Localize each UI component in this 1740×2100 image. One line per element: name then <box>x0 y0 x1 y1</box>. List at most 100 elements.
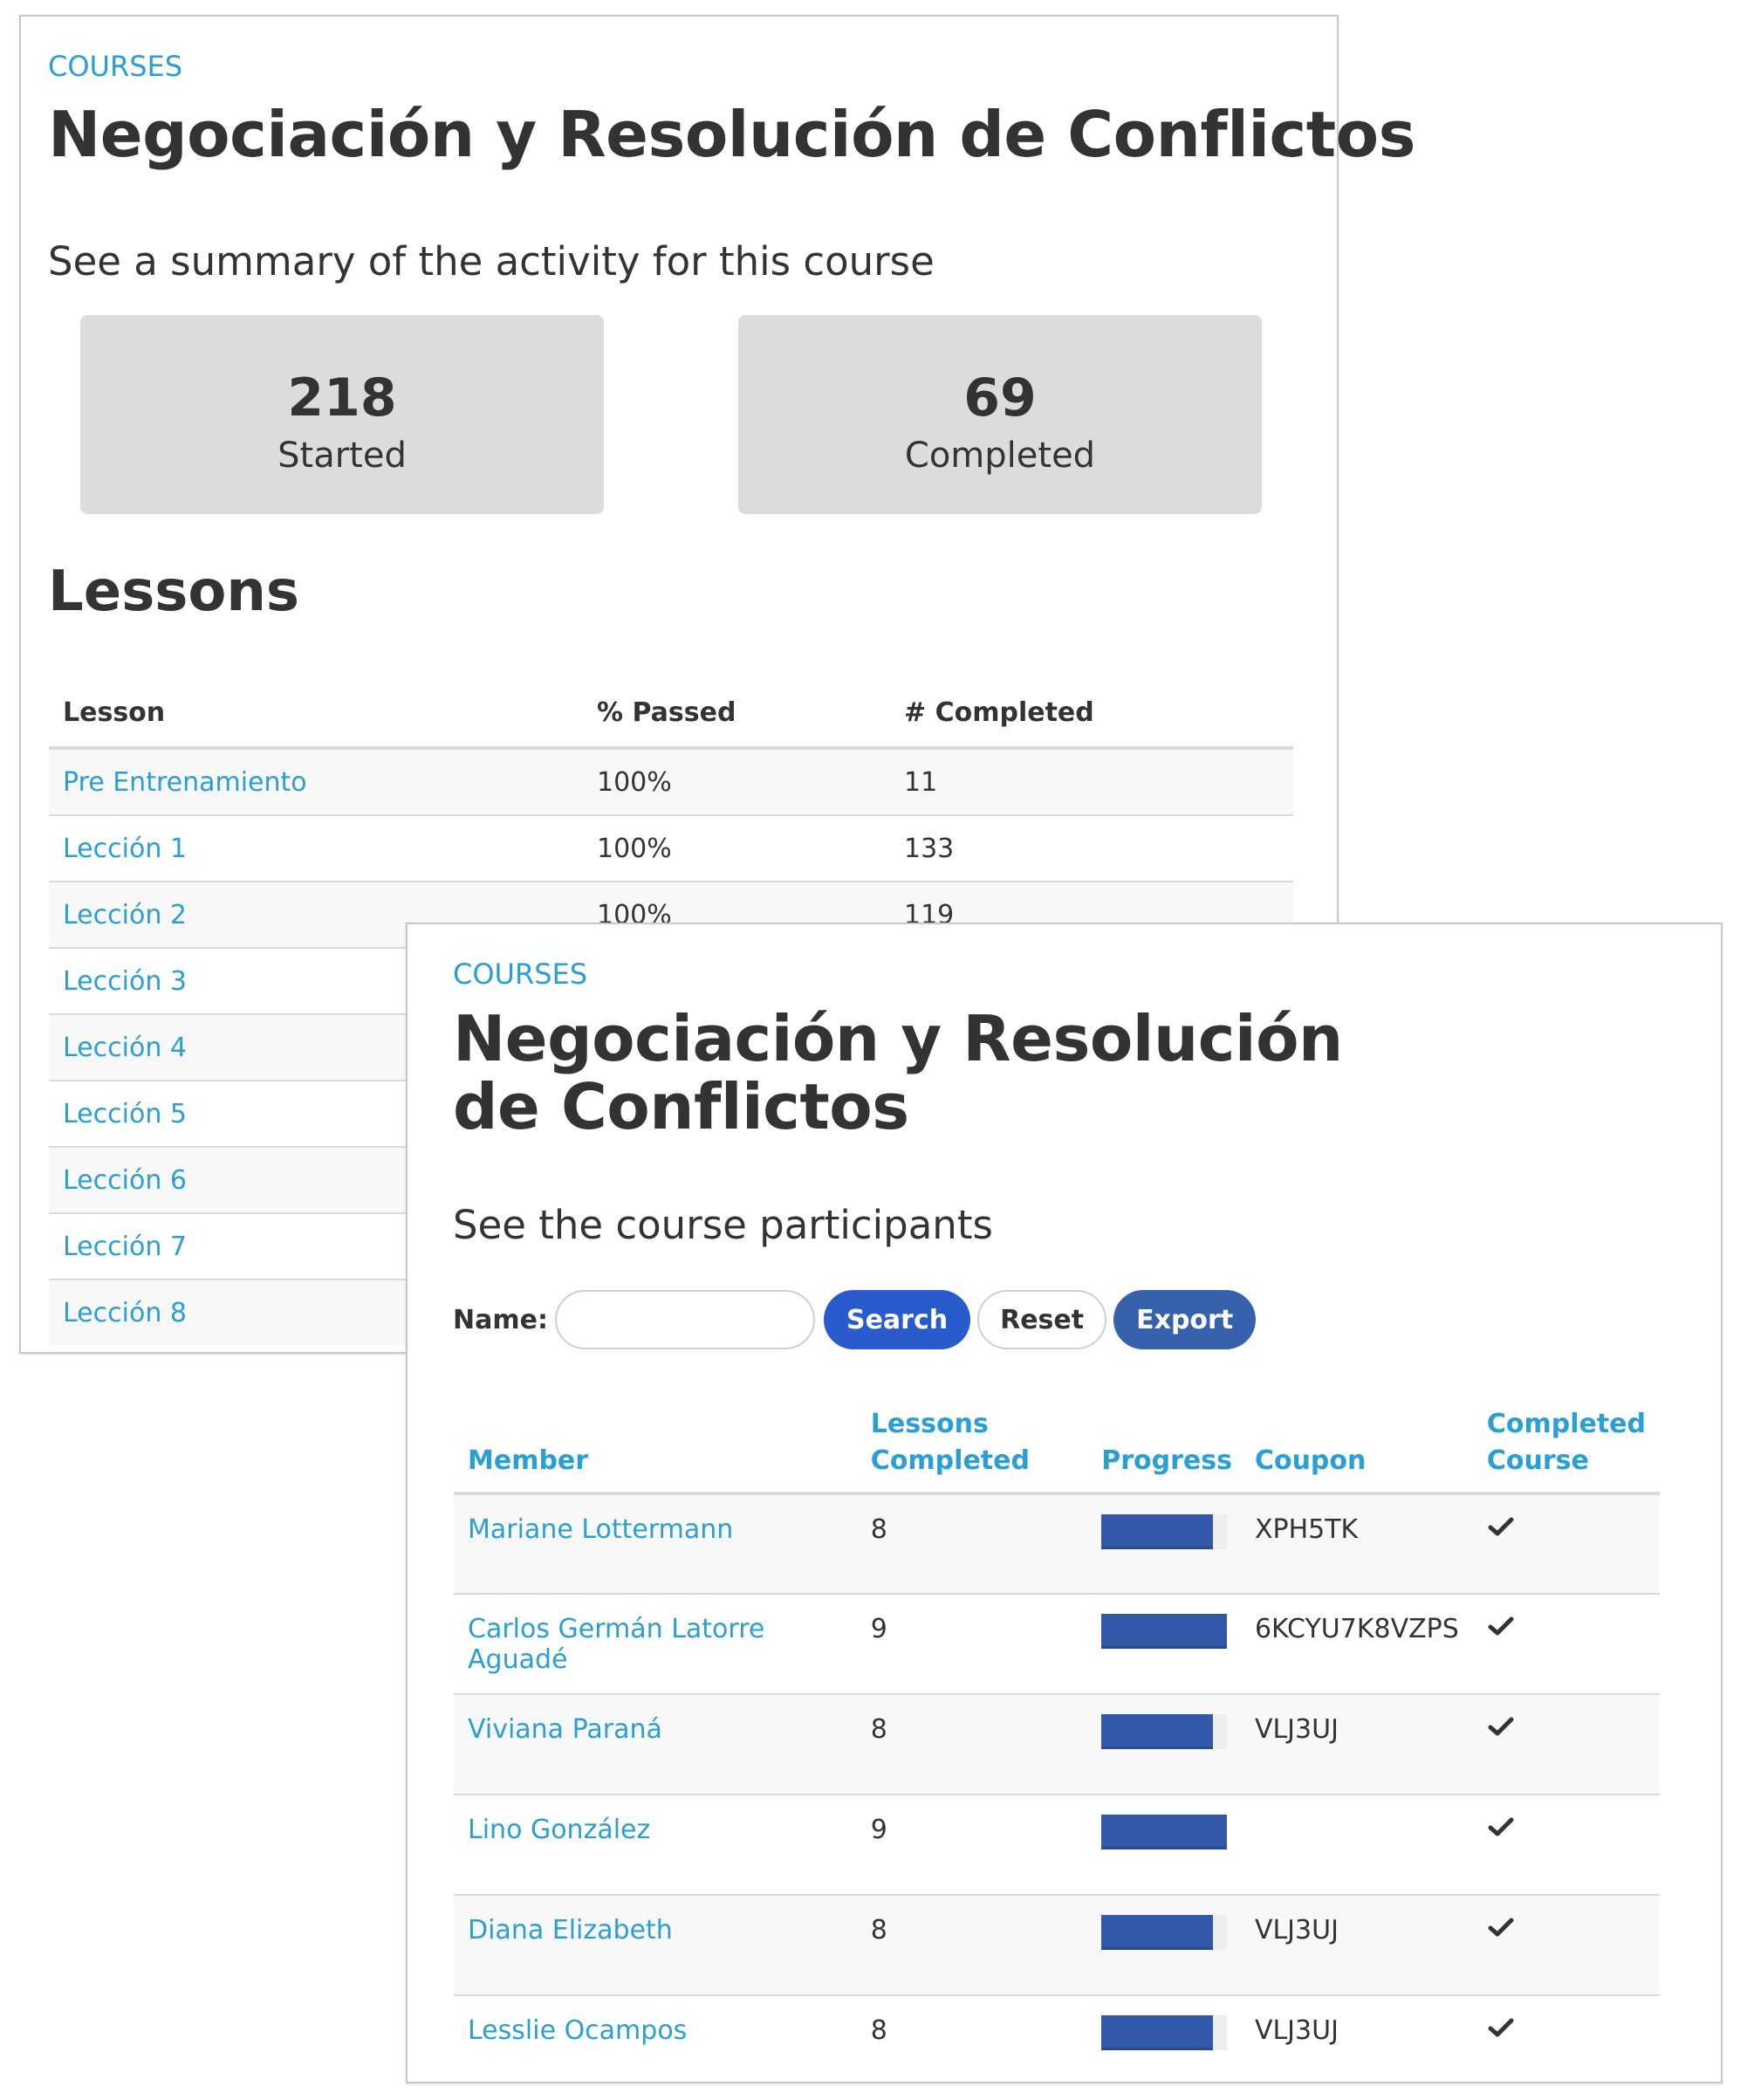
progress-cell <box>1101 1693 1241 1795</box>
page-subtitle: See a summary of the activity for this c… <box>48 238 935 285</box>
checkmark-icon <box>1488 2018 1514 2037</box>
column-header-progress-label: Progress <box>1101 1445 1232 1476</box>
member-cell: Mariane Lottermann <box>454 1493 860 1594</box>
column-header-lesson: Lesson <box>49 678 583 750</box>
column-header-passed: % Passed <box>583 678 890 750</box>
column-header-member[interactable]: Member <box>454 1406 860 1495</box>
completed-course-cell <box>1472 1693 1660 1795</box>
column-header-progress[interactable]: Progress <box>1101 1406 1241 1495</box>
progress-cell <box>1101 1894 1241 1995</box>
progress-bar <box>1101 1614 1228 1649</box>
participant-row: Carlos Germán Latorre Aguadé 9 6KCYU7K8VZP… <box>454 1593 1660 1694</box>
column-header-coupon[interactable]: Coupon <box>1240 1406 1473 1495</box>
lesson-completed-cell: 11 <box>904 766 938 798</box>
checkmark-icon <box>1488 1817 1514 1836</box>
progress-bar-fill <box>1101 1815 1228 1850</box>
lessons-table-header: Lesson % Passed # Completed <box>49 678 1293 750</box>
progress-bar-fill <box>1101 1714 1214 1749</box>
lesson-name-cell: Lección 1 <box>49 814 583 882</box>
progress-bar <box>1101 1714 1228 1749</box>
lesson-link[interactable]: Lección 8 <box>63 1298 187 1328</box>
name-search-input[interactable] <box>554 1290 815 1349</box>
coupon-cell: 6KCYU7K8VZPS <box>1240 1593 1473 1694</box>
member-cell: Diana Elizabeth <box>454 1894 860 1995</box>
member-link[interactable]: Lino González <box>468 1815 650 1845</box>
progress-bar <box>1101 1514 1228 1549</box>
lesson-link[interactable]: Pre Entrenamiento <box>63 767 307 798</box>
lessons-completed-cell: 9 <box>860 1794 1102 1895</box>
name-label: Name: <box>453 1304 548 1335</box>
lessons-completed-cell: 8 <box>860 1894 1102 1995</box>
member-link[interactable]: Diana Elizabeth <box>468 1915 673 1946</box>
progress-bar <box>1101 1915 1228 1950</box>
checkmark-icon <box>1488 1616 1514 1636</box>
export-button[interactable]: Export <box>1113 1290 1257 1349</box>
lessons-completed-cell: 8 <box>860 1693 1102 1795</box>
member-link[interactable]: Carlos Germán Latorre Aguadé <box>468 1614 764 1675</box>
lesson-name-cell: Pre Entrenamiento <box>49 748 583 815</box>
completed-course-cell <box>1472 1894 1660 1995</box>
progress-bar <box>1101 2015 1228 2050</box>
progress-cell <box>1101 1994 1241 2096</box>
breadcrumb-courses[interactable]: COURSES <box>453 957 587 991</box>
lesson-link[interactable]: Lección 4 <box>63 1033 187 1063</box>
participant-filter-bar: Name: Search Reset Export <box>453 1289 1257 1350</box>
page-subtitle: See the course participants <box>453 1202 993 1248</box>
coupon-cell: XPH5TK <box>1254 1514 1359 1545</box>
completed-course-cell <box>1472 1994 1660 2096</box>
reset-button[interactable]: Reset <box>977 1290 1107 1349</box>
lesson-row: Pre Entrenamiento 100% 11 <box>49 748 1293 815</box>
participants-table-header: Member Lessons Completed Progress Coupon… <box>454 1406 1660 1495</box>
completed-course-cell <box>1472 1794 1660 1895</box>
lesson-link[interactable]: Lección 1 <box>63 834 187 864</box>
completed-course-cell <box>1472 1593 1660 1694</box>
lesson-completed-cell: 133 <box>890 814 1293 882</box>
progress-cell <box>1101 1593 1241 1694</box>
lesson-link[interactable]: Lección 3 <box>63 966 187 997</box>
lesson-passed-cell: 100% <box>597 766 672 798</box>
lesson-link[interactable]: Lección 7 <box>63 1232 187 1262</box>
participant-row: Diana Elizabeth 8 VLJ3UJ <box>454 1894 1660 1995</box>
coupon-cell: VLJ3UJ <box>1240 1994 1473 2096</box>
lessons-completed-cell: 9 <box>860 1593 1102 1694</box>
member-cell: Carlos Germán Latorre Aguadé <box>454 1593 860 1694</box>
member-link[interactable]: Mariane Lottermann <box>468 1514 733 1545</box>
lessons-completed-cell: 8 <box>860 1994 1102 2096</box>
column-header-completed-course[interactable]: Completed Course <box>1472 1406 1660 1495</box>
progress-cell <box>1101 1794 1241 1895</box>
lesson-link[interactable]: Lección 6 <box>63 1165 187 1196</box>
progress-cell <box>1101 1493 1241 1594</box>
member-link[interactable]: Lesslie Ocampos <box>468 2015 687 2046</box>
stat-value: 69 <box>963 367 1037 429</box>
header-line: Lessons <box>870 1409 989 1439</box>
lesson-link[interactable]: Lección 5 <box>63 1099 187 1129</box>
participant-row: Lino González 9 <box>454 1794 1660 1895</box>
stat-label: Completed <box>904 436 1096 476</box>
lessons-completed-cell: 8 <box>870 1514 887 1545</box>
column-header-coupon-label: Coupon <box>1254 1445 1367 1476</box>
member-cell: Viviana Paraná <box>454 1693 860 1795</box>
checkmark-icon <box>1488 1717 1514 1736</box>
column-header-lessons-completed[interactable]: Lessons Completed <box>860 1406 1102 1495</box>
lessons-heading: Lessons <box>48 559 299 624</box>
lesson-passed-cell: 100% <box>583 814 890 882</box>
participants-table: Member Lessons Completed Progress Coupon… <box>454 1406 1660 2096</box>
course-participants-panel: COURSES Negociación y Resolución de Conf… <box>406 923 1723 2096</box>
page-title: Negociación y Resolución de Conflictos <box>453 1002 1343 1143</box>
coupon-cell: VLJ3UJ <box>1240 1693 1473 1795</box>
search-button[interactable]: Search <box>823 1290 971 1349</box>
breadcrumb-courses[interactable]: COURSES <box>48 50 182 83</box>
stat-label: Started <box>277 436 407 476</box>
stat-card-started: 218 Started <box>80 315 604 514</box>
header-line: Course <box>1486 1445 1589 1476</box>
stat-value: 218 <box>287 367 397 429</box>
progress-bar-fill <box>1101 2015 1214 2050</box>
member-cell: Lesslie Ocampos <box>454 1994 860 2096</box>
lesson-link[interactable]: Lección 2 <box>63 900 187 930</box>
lesson-row: Lección 1 100% 133 <box>49 814 1293 882</box>
header-line: Completed <box>1486 1409 1646 1439</box>
participant-row: Lesslie Ocampos 8 VLJ3UJ <box>454 1994 1660 2096</box>
coupon-cell <box>1240 1794 1473 1895</box>
member-link[interactable]: Viviana Paraná <box>468 1714 662 1745</box>
participant-row: Mariane Lottermann 8 XPH5TK <box>454 1493 1660 1594</box>
